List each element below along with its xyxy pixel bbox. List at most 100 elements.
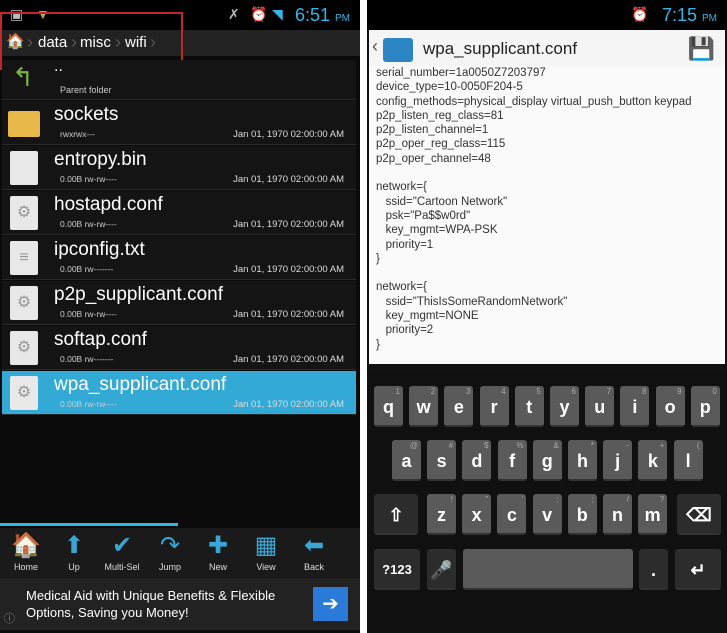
key-l[interactable]: l(	[673, 440, 703, 481]
key-label: w	[416, 397, 431, 417]
key-label: y	[559, 397, 570, 417]
file-row[interactable]: ⚙ softap.conf 0.00B rw------- Jan 01, 19…	[2, 326, 356, 370]
config-file-icon: ⚙	[10, 196, 38, 230]
file-row[interactable]: ≡ ipconfig.txt 0.00B rw------- Jan 01, 1…	[2, 236, 356, 280]
file-row[interactable]: ⚙ hostapd.conf 0.00B rw-rw---- Jan 01, 1…	[2, 191, 356, 235]
editor-screen: ⏰ 7:15 PM ‹ wpa_supplicant.conf 💾 serial…	[367, 0, 727, 633]
key-q[interactable]: q1	[374, 386, 403, 427]
toolbar-new-button[interactable]: ✚ New	[195, 530, 241, 572]
toolbar-label: View	[256, 562, 276, 572]
key-x[interactable]: x "	[462, 494, 492, 535]
toolbar-label: Home	[13, 562, 38, 572]
alarm-icon: ⏰	[250, 6, 268, 22]
file-meta: 0.00B rw-------	[60, 354, 114, 364]
key-label: x	[471, 505, 482, 525]
wifi-icon: ◥	[272, 6, 283, 22]
ad-banner[interactable]: Medical Aid with Unique Benefits & Flexi…	[0, 578, 360, 630]
key-j[interactable]: j-	[603, 440, 633, 481]
microphone-key[interactable]: 🎤	[427, 549, 456, 590]
key-label: l	[685, 451, 691, 471]
key-m[interactable]: m?	[638, 494, 668, 535]
ad-text-line1: Medical Aid with Unique Benefits & Flexi…	[26, 588, 276, 603]
status-bar: ⏰ 7:15 PM	[367, 0, 727, 30]
file-content-editor[interactable]: serial_number=1a0050Z7203797 device_type…	[369, 66, 725, 364]
key-label: s	[436, 451, 447, 471]
space-key[interactable]	[463, 549, 633, 590]
toolbar-label: New	[208, 562, 227, 572]
enter-key[interactable]: ↵	[675, 549, 721, 590]
ad-text-line2: Options, Saving you Money!	[26, 605, 189, 620]
key-hint: 7	[606, 387, 612, 396]
key-v[interactable]: v:	[532, 494, 562, 535]
key-w[interactable]: w2	[409, 386, 439, 427]
toolbar-home-button[interactable]: 🏠 Home	[3, 530, 49, 572]
key-label: b	[576, 505, 588, 525]
file-date: Jan 01, 1970 02:00:00 AM	[233, 219, 344, 230]
key-label: o	[664, 397, 676, 417]
toolbar-multisel-button[interactable]: ✔ Multi-Sel	[99, 530, 145, 572]
key-label: u	[594, 397, 606, 417]
key-b[interactable]: b;	[567, 494, 597, 535]
key-d[interactable]: d $	[462, 440, 492, 481]
key-o[interactable]: o9	[655, 386, 685, 427]
key-hint: 5	[536, 387, 541, 396]
toolbar-label: Up	[68, 562, 80, 572]
symbols-key[interactable]: ?123	[374, 549, 420, 590]
file-row[interactable]: entropy.bin 0.00B rw-rw---- Jan 01, 1970…	[2, 146, 356, 190]
key-label: p	[699, 397, 711, 417]
file-row[interactable]: ⚙ wpa_supplicant.conf 0.00B rw-rw---- Ja…	[2, 371, 356, 415]
file-meta: 0.00B rw-rw----	[60, 174, 117, 184]
save-icon[interactable]: 💾	[688, 36, 715, 62]
folder-icon[interactable]	[383, 38, 413, 62]
key-k[interactable]: k +	[638, 440, 668, 481]
period-key[interactable]: .	[639, 549, 668, 590]
file-date: Jan 01, 1970 02:00:00 AM	[233, 354, 344, 365]
key-s[interactable]: s #	[427, 440, 457, 481]
shift-key[interactable]: ⇧	[374, 494, 418, 535]
toolbar-jump-button[interactable]: ↷ Jump	[147, 530, 193, 572]
key-t[interactable]: t5	[514, 386, 544, 427]
back-chevron-icon[interactable]: ‹	[372, 36, 378, 57]
key-hint: 9	[677, 387, 682, 396]
key-hint: %	[516, 441, 524, 450]
key-label: .	[650, 560, 656, 580]
file-name: softap.conf	[54, 329, 147, 350]
key-z[interactable]: z!	[427, 494, 456, 535]
toolbar-back-button[interactable]: ⬅ Back	[291, 530, 337, 572]
key-label: g	[541, 451, 553, 471]
file-row[interactable]: sockets rwxrwx--- Jan 01, 1970 02:00:00 …	[2, 101, 356, 145]
key-p[interactable]: p0	[690, 386, 720, 427]
key-hint: /	[626, 495, 629, 504]
key-label: f	[509, 451, 516, 471]
key-i[interactable]: i8	[620, 386, 650, 427]
keyboard: q 1 w 2 e 3 r 4 t 5 y 6 u 7 i 8 o 9 p 0 a @ s # d $ f% g & h * j - k + l(⇧ z…	[367, 372, 727, 633]
alarm-icon: ⏰	[631, 6, 649, 22]
toolbar-view-button[interactable]: ▦ View	[243, 530, 289, 572]
key-h[interactable]: h *	[568, 440, 597, 481]
key-a[interactable]: a @	[392, 440, 421, 481]
key-hint: "	[485, 495, 489, 504]
key-f[interactable]: f%	[497, 440, 527, 481]
parent-folder-row[interactable]: ↰ .. Parent folder	[2, 58, 356, 100]
key-label: ?123	[382, 562, 412, 577]
key-hint: &	[553, 441, 559, 450]
toolbar-up-button[interactable]: ⬆ Up	[51, 530, 97, 572]
toolbar-label: Multi-Sel	[104, 562, 140, 572]
key-y[interactable]: y6	[550, 386, 579, 427]
file-row[interactable]: ⚙ p2p_supplicant.conf 0.00B rw-rw---- Ja…	[2, 281, 356, 325]
key-label: k	[647, 451, 658, 471]
config-file-icon: ⚙	[10, 286, 38, 320]
key-u[interactable]: u7	[585, 386, 615, 427]
key-label: t	[526, 397, 533, 417]
ad-arrow-button[interactable]: ➔	[313, 587, 348, 621]
key-label: z	[437, 505, 446, 525]
key-c[interactable]: c '	[497, 494, 527, 535]
key-hint: 6	[571, 387, 576, 396]
info-icon[interactable]: ⓘ	[4, 610, 15, 626]
key-r[interactable]: r4	[479, 386, 509, 427]
key-g[interactable]: g &	[532, 440, 562, 481]
toolbar-label: Back	[303, 562, 324, 572]
backspace-key[interactable]: ⌫	[677, 494, 721, 535]
key-n[interactable]: n /	[603, 494, 632, 535]
key-e[interactable]: e3	[444, 386, 474, 427]
